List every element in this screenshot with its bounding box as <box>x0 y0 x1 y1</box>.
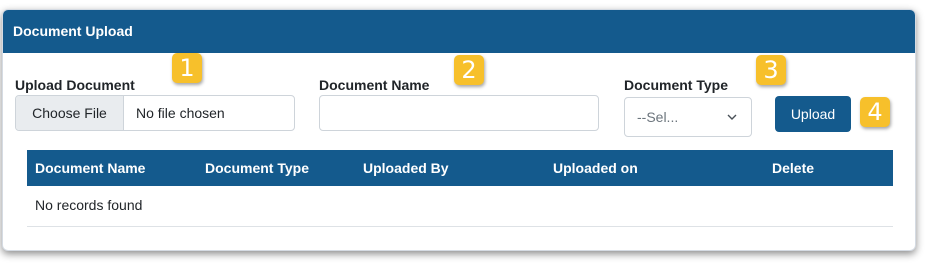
document-type-selected: --Sel... <box>637 109 679 125</box>
chevron-down-icon <box>727 114 737 120</box>
document-type-select[interactable]: --Sel... <box>624 97 752 137</box>
empty-message: No records found <box>27 186 893 227</box>
upload-document-label: Upload Document <box>15 77 135 93</box>
panel-title: Document Upload <box>3 10 915 53</box>
document-name-label: Document Name <box>319 77 430 93</box>
documents-table: Document Name Document Type Uploaded By … <box>27 150 893 227</box>
table-header: Document Name Document Type Uploaded By … <box>27 150 893 186</box>
file-status: No file chosen <box>136 105 225 121</box>
callout-badge-3: 3 <box>756 55 786 85</box>
upload-button[interactable]: Upload <box>775 96 851 132</box>
file-input[interactable]: Choose File No file chosen <box>15 95 295 131</box>
document-type-label: Document Type <box>624 77 728 93</box>
column-header-uploaded-by: Uploaded By <box>363 160 449 176</box>
callout-badge-2: 2 <box>454 55 484 85</box>
callout-badge-1: 1 <box>172 53 202 83</box>
column-header-document-type: Document Type <box>205 160 309 176</box>
column-header-document-name: Document Name <box>35 160 146 176</box>
callout-badge-4: 4 <box>860 97 890 127</box>
choose-file-button[interactable]: Choose File <box>16 96 124 130</box>
document-upload-panel: Document Upload Upload Document Choose F… <box>2 9 916 251</box>
column-header-delete: Delete <box>772 160 815 176</box>
document-name-input[interactable] <box>319 95 599 131</box>
column-header-uploaded-on: Uploaded on <box>553 160 638 176</box>
